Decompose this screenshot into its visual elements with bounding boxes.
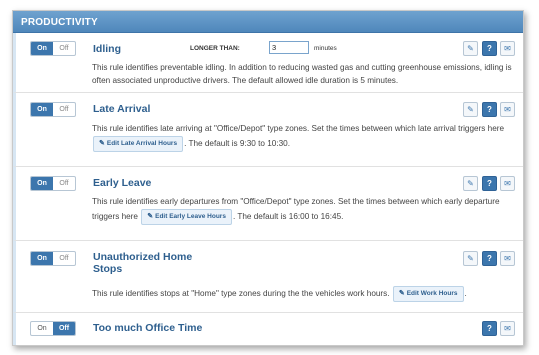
toggle-off[interactable]: Off: [53, 252, 75, 265]
edit-icon[interactable]: ✎: [463, 176, 478, 191]
toggle-on[interactable]: On: [31, 177, 53, 190]
rule-title: Idling: [93, 43, 121, 55]
email-icon[interactable]: ✉: [500, 102, 515, 117]
email-icon[interactable]: ✉: [500, 321, 515, 336]
rule-description: This rule identifies stops at "Home" typ…: [92, 286, 512, 302]
rule-title: Late Arrival: [93, 103, 151, 115]
edit-icon[interactable]: ✎: [463, 41, 478, 56]
panel-title: PRODUCTIVITY: [13, 11, 523, 33]
rule-too-much-office-time: On Off Too much Office Time ? ✉: [13, 313, 523, 345]
early-leave-toggle[interactable]: On Off: [30, 176, 76, 191]
edit-icon[interactable]: ✎: [463, 251, 478, 266]
home-stops-toggle[interactable]: On Off: [30, 251, 76, 266]
late-arrival-toggle[interactable]: On Off: [30, 102, 76, 117]
threshold-input[interactable]: [269, 41, 309, 54]
pencil-icon: ✎: [398, 290, 405, 297]
toggle-on[interactable]: On: [31, 103, 53, 116]
toggle-off[interactable]: Off: [53, 103, 75, 116]
description-text: This rule identifies stops at "Home" typ…: [92, 289, 390, 299]
rule-late-arrival: On Off Late Arrival ✎ ? ✉ This rule iden…: [13, 93, 523, 167]
toggle-off[interactable]: Off: [53, 322, 75, 335]
button-label: Edit Early Leave Hours: [155, 212, 226, 220]
rule-unauthorized-home-stops: On Off Unauthorized Home Stops ✎ ? ✉ Thi…: [13, 241, 523, 313]
rule-description: This rule identifies early departures fr…: [92, 196, 512, 225]
toggle-on[interactable]: On: [31, 322, 53, 335]
rule-description: This rule identifies late arriving at "O…: [92, 123, 512, 152]
rule-early-leave: On Off Early Leave ✎ ? ✉ This rule ident…: [13, 167, 523, 241]
email-icon[interactable]: ✉: [500, 251, 515, 266]
help-icon[interactable]: ?: [482, 176, 497, 191]
description-suffix: . The default is 16:00 to 16:45.: [232, 211, 344, 221]
help-icon[interactable]: ?: [482, 41, 497, 56]
rule-title: Early Leave: [93, 177, 152, 189]
rule-description: This rule identifies preventable idling.…: [92, 63, 512, 85]
edit-icon[interactable]: ✎: [463, 102, 478, 117]
help-icon[interactable]: ?: [482, 321, 497, 336]
description-text: This rule identifies late arriving at "O…: [92, 124, 505, 133]
email-icon[interactable]: ✉: [500, 176, 515, 191]
help-icon[interactable]: ?: [482, 251, 497, 266]
button-label: Edit Late Arrival Hours: [106, 139, 178, 147]
idling-toggle[interactable]: On Off: [30, 41, 76, 56]
edit-late-arrival-hours-button[interactable]: ✎ Edit Late Arrival Hours: [93, 135, 184, 152]
description-suffix: . The default is 9:30 to 10:30.: [184, 138, 290, 148]
pencil-icon: ✎: [147, 212, 154, 220]
toggle-on[interactable]: On: [31, 252, 53, 265]
toggle-off[interactable]: Off: [53, 42, 75, 55]
pencil-icon: ✎: [99, 139, 105, 147]
toggle-off[interactable]: Off: [53, 177, 75, 190]
email-icon[interactable]: ✉: [500, 41, 515, 56]
rule-title: Too much Office Time: [93, 322, 203, 334]
description-suffix: .: [464, 289, 467, 299]
productivity-panel: PRODUCTIVITY On Off Idling LONGER THAN: …: [12, 10, 524, 346]
office-time-toggle[interactable]: On Off: [30, 321, 76, 336]
toggle-on[interactable]: On: [31, 42, 53, 55]
button-label: Edit Work Hours: [406, 290, 458, 297]
edit-early-leave-hours-button[interactable]: ✎ Edit Early Leave Hours: [141, 208, 232, 225]
rule-idling: On Off Idling LONGER THAN: minutes ✎ ? ✉…: [13, 33, 523, 93]
rule-title: Unauthorized Home Stops: [93, 251, 193, 275]
threshold-label: LONGER THAN:: [190, 45, 240, 52]
help-icon[interactable]: ?: [482, 102, 497, 117]
edit-work-hours-button[interactable]: ✎ Edit Work Hours: [392, 286, 464, 302]
threshold-unit: minutes: [314, 45, 337, 52]
